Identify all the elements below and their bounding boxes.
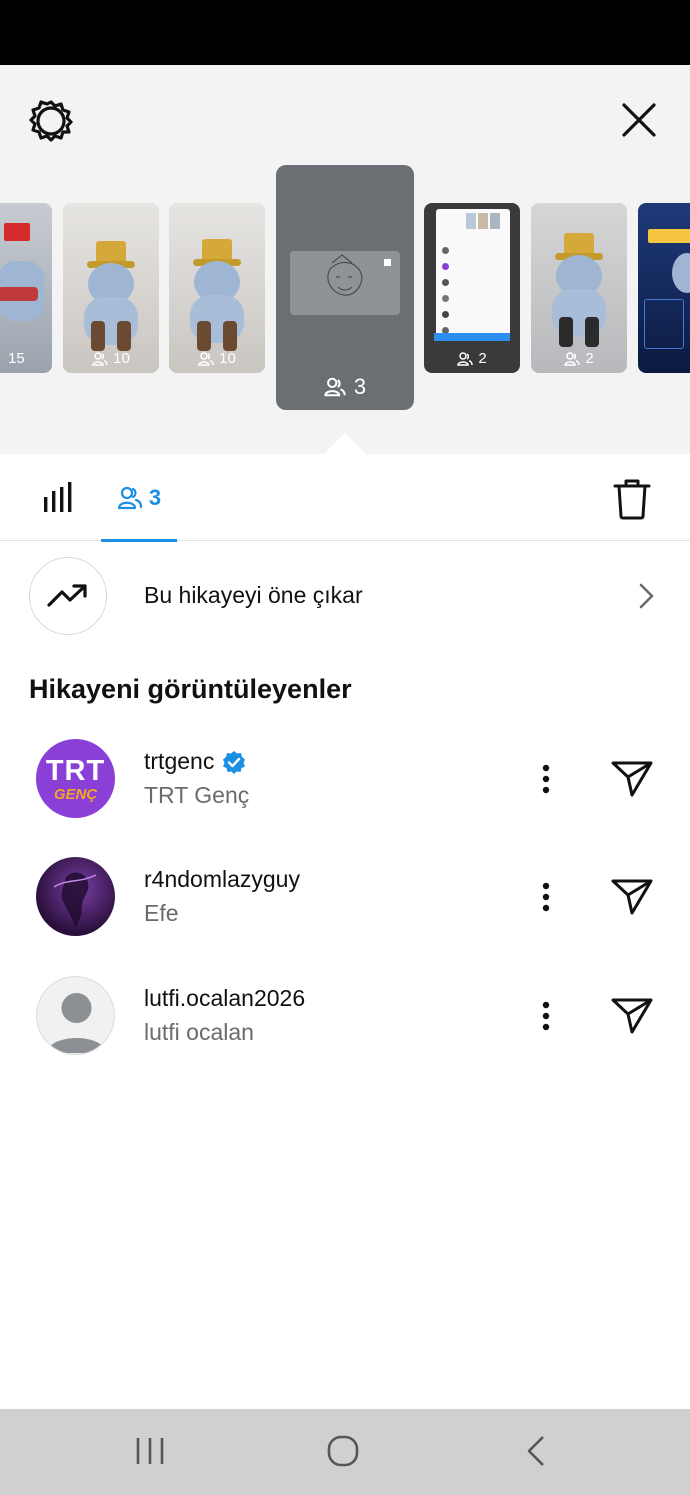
people-icon [92,351,108,366]
viewer-username[interactable]: trtgenc [144,748,214,775]
more-vertical-icon [542,764,550,794]
delete-story-button[interactable] [606,475,658,523]
back-chevron-icon [527,1436,544,1466]
recent-apps-icon [136,1438,164,1464]
story-viewer-count: 10 [113,350,130,367]
story-thumbnail[interactable]: 10 [169,203,265,373]
home-circle-icon [327,1435,359,1467]
paper-plane-icon [611,761,653,797]
avatar[interactable] [36,857,115,936]
promote-story-row[interactable]: Bu hikayeyi öne çıkar [0,542,690,650]
trt-logo-top: TRT [45,755,106,787]
gear-icon [29,100,73,142]
verified-badge-icon [223,750,246,774]
trt-logo-bottom: GENÇ [53,786,98,803]
paper-plane-icon [611,998,653,1034]
people-icon [564,351,581,366]
story-thumbnail[interactable]: 2 [531,203,627,373]
story-header: 15 10 10 3 2 2 [0,65,690,455]
story-viewer-count: 2 [478,350,487,367]
story-thumbnail[interactable]: 2 [424,203,520,373]
more-vertical-icon [542,1001,550,1031]
home-button[interactable] [313,1429,373,1473]
default-avatar-icon [47,993,106,1053]
close-icon [622,103,656,137]
close-button[interactable] [612,93,666,147]
story-thumbnail[interactable]: 15 [0,203,52,373]
viewers-section-title: Hikayeni görüntüleyenler [29,674,352,704]
people-icon [324,377,346,397]
promote-label: Bu hikayeyi öne çıkar [144,582,363,608]
avatar[interactable] [36,976,115,1055]
viewer-row[interactable]: TRT GENÇ trtgenc TRT Genç [0,739,690,839]
chevron-right-icon [639,583,654,609]
trending-up-icon [47,584,87,607]
avatar[interactable]: TRT GENÇ [36,739,115,818]
selected-story-pointer [323,433,367,455]
more-vertical-icon [542,882,550,912]
viewer-username[interactable]: lutfi.ocalan2026 [144,985,305,1012]
story-viewer-count: 10 [219,350,236,367]
story-tabs: 3 [0,455,690,542]
people-icon [117,486,142,510]
story-viewer-count: 3 [353,374,367,399]
viewer-row[interactable]: r4ndomlazyguy Efe [0,857,690,957]
promote-icon-circle [29,557,107,635]
send-message-button[interactable] [606,873,658,921]
bar-chart-icon [44,482,72,512]
send-message-button[interactable] [606,755,658,803]
trash-icon [613,479,651,520]
viewers-tab-count: 3 [148,485,162,510]
tab-insights[interactable] [30,477,86,519]
more-options-button[interactable] [528,875,564,919]
story-thumbnail[interactable] [638,203,690,373]
status-bar [0,0,690,65]
system-nav-bar [0,1409,690,1495]
story-viewer-count: 2 [585,350,594,367]
story-viewer-count: 15 [8,350,25,367]
viewer-row[interactable]: lutfi.ocalan2026 lutfi ocalan [0,976,690,1076]
viewer-full-name: lutfi ocalan [144,1019,254,1045]
more-options-button[interactable] [528,757,564,801]
people-icon [198,351,214,366]
story-thumbnail-selected[interactable]: 3 [276,165,414,410]
viewer-username[interactable]: r4ndomlazyguy [144,866,300,893]
send-message-button[interactable] [606,992,658,1040]
more-options-button[interactable] [528,994,564,1038]
tab-viewers[interactable]: 3 [101,455,177,542]
settings-button[interactable] [24,93,78,147]
viewer-full-name: Efe [144,900,179,926]
paper-plane-icon [611,879,653,915]
viewer-full-name: TRT Genç [144,782,250,808]
story-thumbnail[interactable]: 10 [63,203,159,373]
people-icon [457,351,474,366]
recent-apps-button[interactable] [120,1429,180,1473]
back-button[interactable] [506,1429,566,1473]
